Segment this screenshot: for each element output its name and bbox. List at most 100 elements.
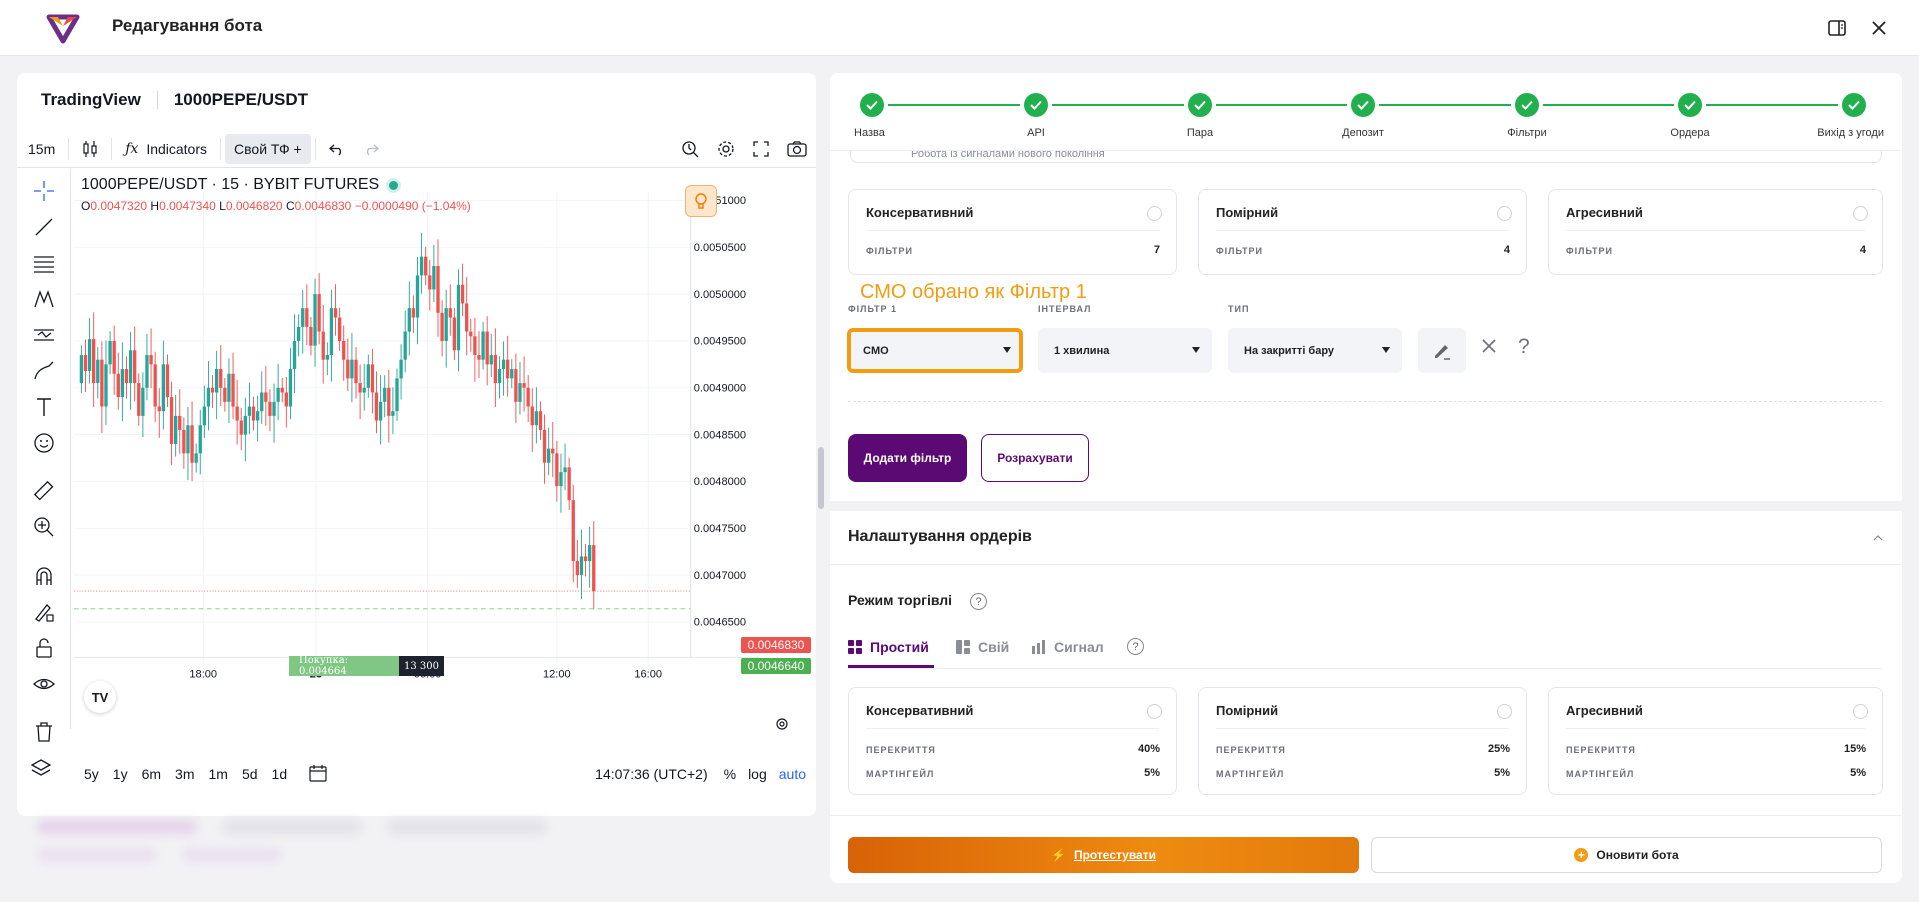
candle-body [489,354,493,365]
log-scale-toggle[interactable]: log [748,766,767,782]
snapshot-button[interactable] [778,134,816,164]
custom-tf-button[interactable]: Свой ТФ + [225,133,311,164]
goto-date-button[interactable] [309,764,327,785]
ideas-button[interactable] [685,185,717,217]
delete-tool[interactable] [30,718,58,746]
interval-select[interactable]: 1 хвилина [1038,328,1212,373]
interval-button[interactable]: 15m [19,134,64,164]
edit-filter-button[interactable] [1418,328,1466,373]
candle [456,269,461,372]
magnet-tool[interactable] [30,562,58,590]
ruler-tool[interactable] [30,477,58,505]
brush-tool[interactable] [30,357,58,385]
candle-body [157,406,161,412]
zoom-tool[interactable] [30,513,58,541]
clock[interactable]: 14:07:36 (UTC+2) [595,766,707,782]
tv-symbol[interactable]: 1000PEPE/USDT [174,90,308,110]
step-check-icon[interactable] [1678,93,1702,117]
trendline-tool[interactable] [30,213,58,241]
settings-button[interactable] [708,134,744,164]
indicators-button[interactable]: ƒx Indicators [116,134,216,164]
type-select[interactable]: На закритті бару [1228,328,1402,373]
step-check-icon[interactable] [1188,93,1212,117]
candle [465,276,469,356]
order-line-label[interactable]: Покупка: 0.004664 13 300 [289,655,444,677]
calculate-button[interactable]: Розрахувати [981,434,1089,482]
forecast-tool[interactable] [30,321,58,349]
candle [350,332,354,403]
candle [518,362,522,415]
filter-help-icon[interactable]: ? [1518,335,1530,359]
chart-type-button[interactable] [73,134,107,164]
sidebar-toggle-button[interactable] [1823,14,1851,42]
panel-resize-handle[interactable] [818,447,824,509]
time-settings-button[interactable] [775,717,791,733]
trade-mode-help-icon[interactable]: ? [970,593,987,610]
price-chart[interactable]: 0.00510000.00505000.00500000.00495000.00… [74,170,759,719]
text-tool[interactable] [30,393,58,421]
tab-custom[interactable]: Свій [956,635,1009,659]
candle-body [235,406,239,421]
order-preset-aggressive[interactable]: Агресивний ПЕРЕКРИТТЯ 15% МАРТІНГЕЙЛ 5% [1548,687,1883,795]
remove-filter-button[interactable] [1480,337,1502,359]
type-value: На закритті бару [1244,344,1335,357]
candle-body [415,275,420,318]
preset-radio[interactable] [1497,704,1512,719]
undo-button[interactable] [320,134,354,164]
range-3m[interactable]: 3m [175,766,194,782]
tv-logo-icon[interactable]: TV [84,681,116,713]
step-check-icon[interactable] [1515,93,1539,117]
preset-radio[interactable] [1853,704,1868,719]
filter-preset-aggressive[interactable]: Агресивний ФІЛЬТРИ 4 [1548,189,1883,275]
lock-drawing-tool[interactable] [30,598,58,626]
range-6m[interactable]: 6m [142,766,161,782]
step-check-icon[interactable] [1842,93,1866,117]
collapse-button[interactable] [1872,531,1886,545]
candle [551,421,555,478]
fullscreen-button[interactable] [744,134,778,164]
visibility-tool[interactable] [30,670,58,698]
candle [391,387,395,435]
preset-radio[interactable] [1497,206,1512,221]
crosshair-tool[interactable] [30,177,58,205]
tab-simple[interactable]: Простий [848,635,929,659]
filter-select[interactable]: CMO [847,328,1023,373]
step-check-icon[interactable] [1351,93,1375,117]
close-button[interactable] [1865,14,1893,42]
preset-radio[interactable] [1147,704,1162,719]
lock-tool[interactable] [30,634,58,662]
step-check-icon[interactable] [1024,93,1048,117]
crosshair-icon [34,181,54,201]
redo-button[interactable] [354,134,388,164]
order-preset-moderate[interactable]: Помірний ПЕРЕКРИТТЯ 25% МАРТІНГЕЙЛ 5% [1198,687,1527,795]
range-5y[interactable]: 5y [84,766,99,782]
trash-icon [36,722,52,742]
tabs-help-icon[interactable]: ? [1127,638,1144,655]
range-1m[interactable]: 1m [209,766,228,782]
object-tree-button[interactable] [30,757,58,785]
add-filter-button[interactable]: Додати фільтр [848,434,967,482]
range-1y[interactable]: 1y [113,766,128,782]
auto-scale-toggle[interactable]: auto [779,766,806,782]
filter-preset-conservative[interactable]: Консервативний ФІЛЬТРИ 7 [848,189,1177,275]
update-bot-button[interactable]: + Оновити бота [1371,837,1882,873]
range-1d[interactable]: 1d [272,766,288,782]
step-check-icon[interactable] [860,93,884,117]
step-label: API [1027,127,1045,139]
emoji-tool[interactable] [30,429,58,457]
preset-radio[interactable] [1147,206,1162,221]
pattern-tool[interactable] [30,285,58,313]
replay-button[interactable] [672,134,708,164]
signal-card-partial[interactable]: Робота із сигналами нового покоління [850,148,1882,163]
fib-tool[interactable] [30,249,58,277]
preset-radio[interactable] [1853,206,1868,221]
percent-scale-toggle[interactable]: % [724,766,736,782]
candle-body [350,359,354,379]
filter-preset-moderate[interactable]: Помірний ФІЛЬТРИ 4 [1198,189,1527,275]
candle-body [165,364,170,398]
range-5d[interactable]: 5d [242,766,258,782]
test-button[interactable]: ⚡ Протестувати [848,837,1359,873]
candle [489,333,493,378]
order-preset-conservative[interactable]: Консервативний ПЕРЕКРИТТЯ 40% МАРТІНГЕЙЛ… [848,687,1177,795]
tab-signal[interactable]: Сигнал [1032,635,1104,659]
